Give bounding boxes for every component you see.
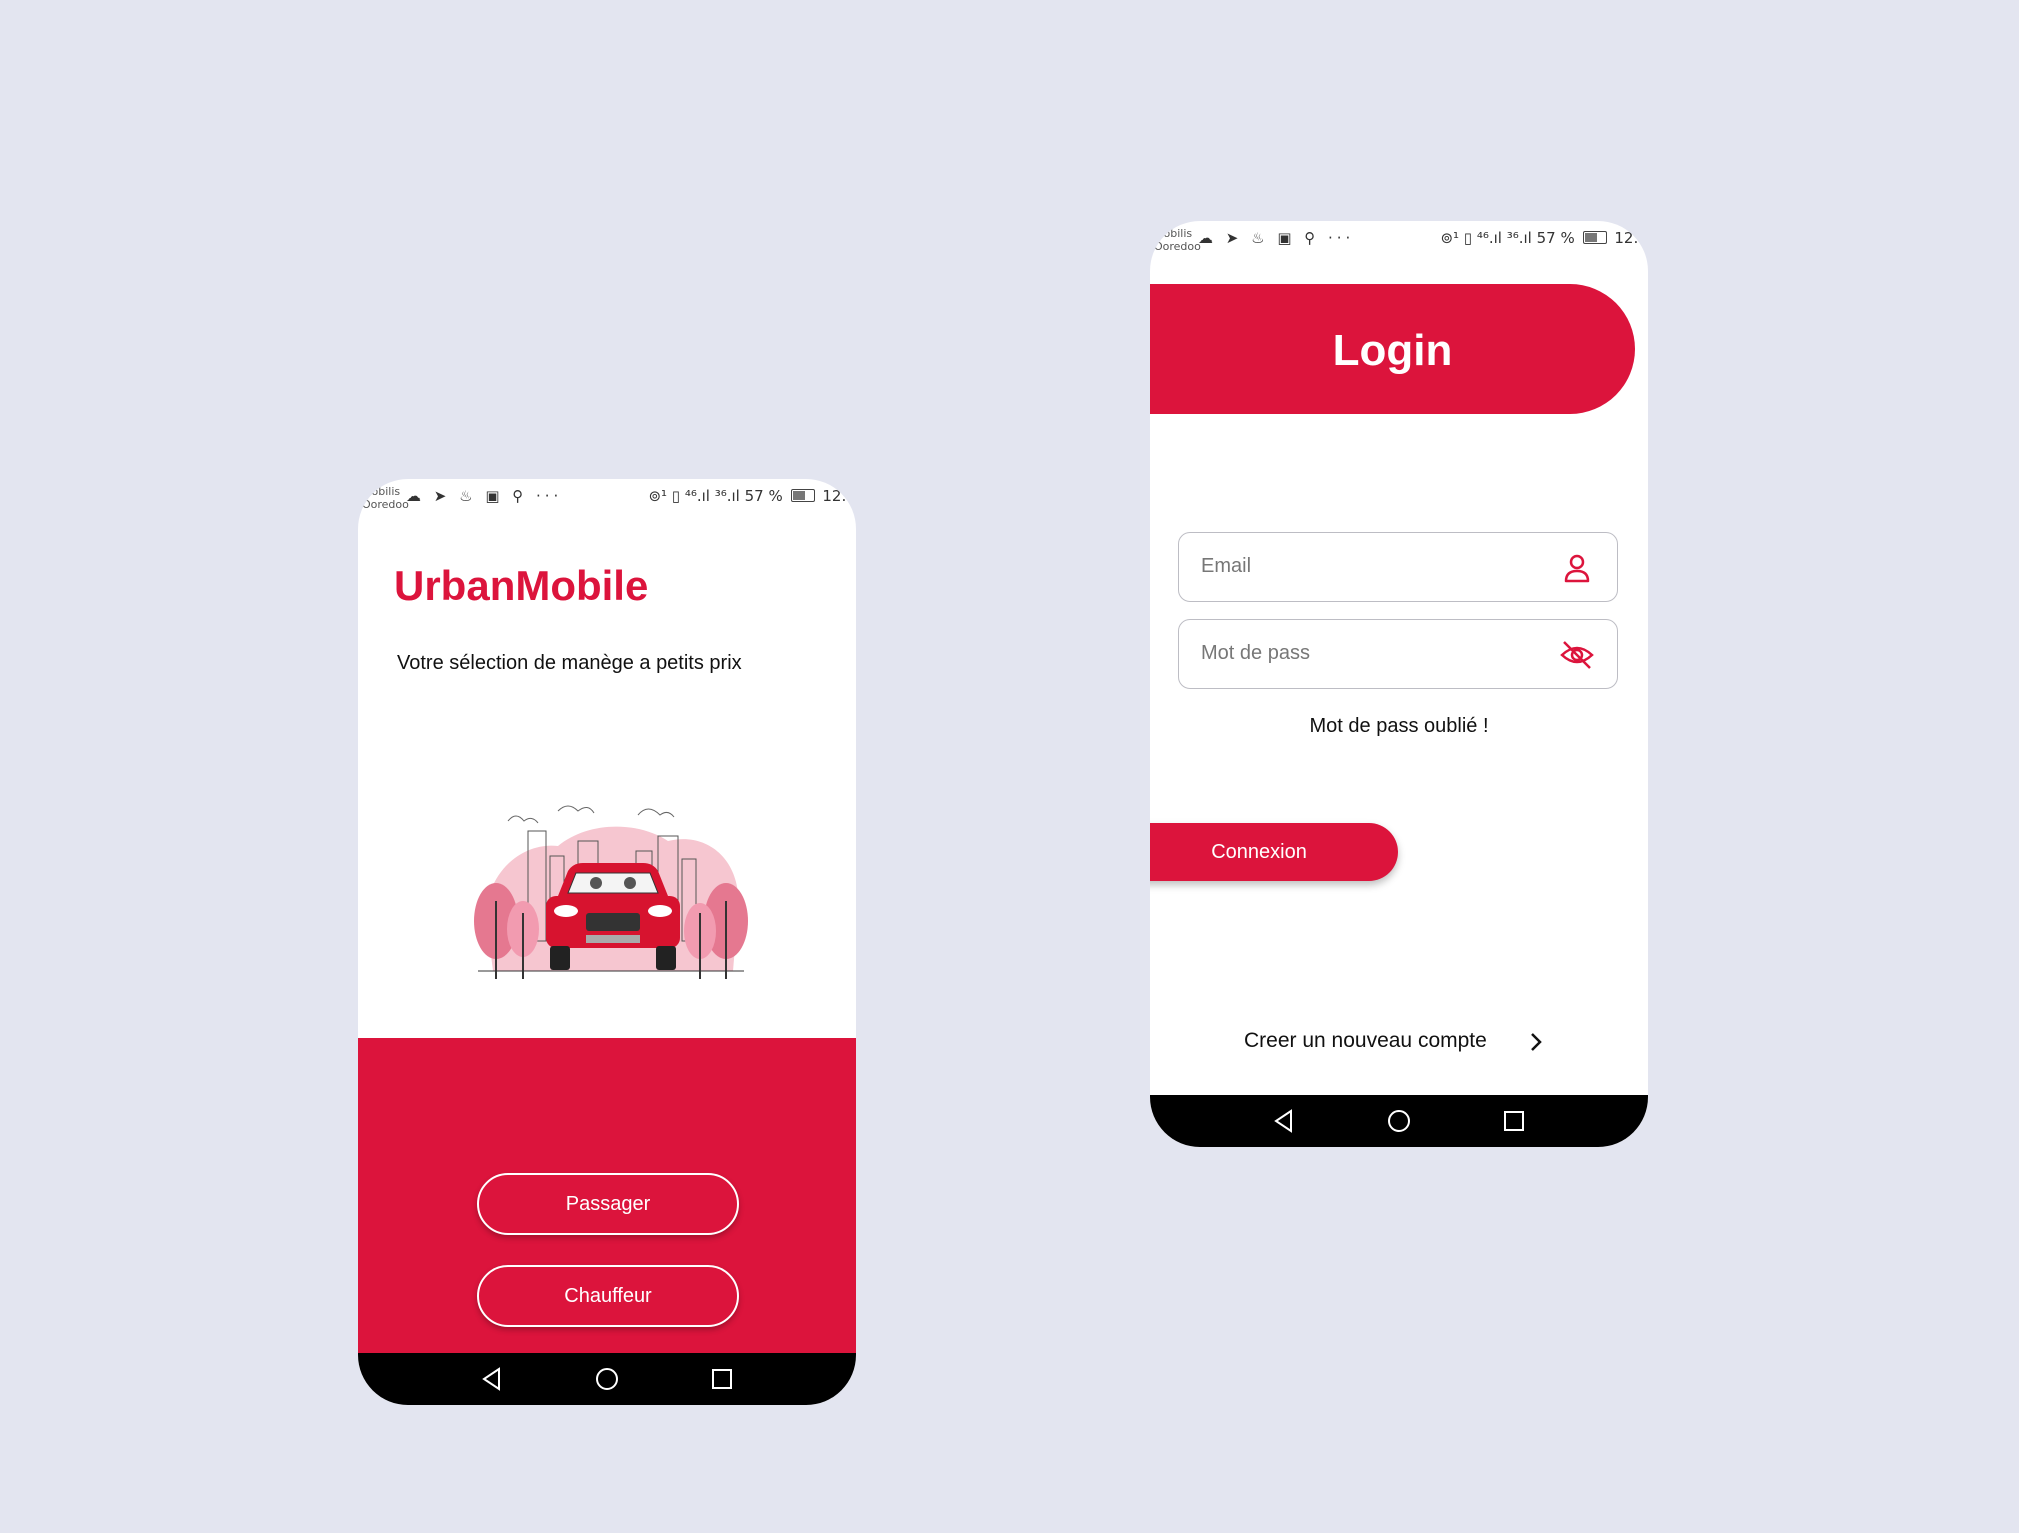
carrier-2: Ooredoo [362,498,409,511]
recents-icon[interactable] [709,1366,735,1392]
clock: 12:5 [822,487,856,505]
driver-button[interactable]: Chauffeur [477,1265,739,1327]
signal-icons: ⊚¹ ▯ ⁴⁶.ıl ³⁶.ıl [648,487,740,505]
clock: 12:5 [1614,229,1648,247]
home-icon[interactable] [594,1366,620,1392]
app-tagline: Votre sélection de manège a petits prix [397,652,742,674]
status-bar: Mobilis Ooredoo ☁ ➤ ♨ ▣ ⚲ ··· ⊚¹ ▯ ⁴⁶.ıl… [1150,221,1648,265]
notification-icons: ☁ ➤ ♨ ▣ ⚲ ··· [1198,229,1355,247]
back-icon[interactable] [1271,1108,1297,1134]
recents-icon[interactable] [1501,1108,1527,1134]
carrier-label: Mobilis Ooredoo [1154,227,1201,253]
car-in-city-illustration [474,805,748,979]
battery-icon [790,489,815,502]
carrier-1: Mobilis [362,485,401,498]
passenger-button[interactable]: Passager [477,1173,739,1235]
system-status: ⊚¹ ▯ ⁴⁶.ıl ³⁶.ıl 57 % 12:5 [1440,229,1648,247]
email-placeholder: Email [1201,555,1252,577]
forgot-password-link[interactable]: Mot de pass oublié ! [1150,715,1648,738]
battery-percentage: 57 % [1536,229,1575,247]
carrier-label: Mobilis Ooredoo [362,485,409,511]
android-nav-bar [358,1353,856,1405]
password-placeholder: Mot de pass [1201,642,1310,664]
battery-icon [1582,231,1607,244]
role-selection-panel: Passager Chauffeur [358,1038,856,1353]
carrier-2: Ooredoo [1154,240,1201,253]
page-title: Login [1332,326,1453,375]
password-field[interactable]: Mot de pass [1178,619,1618,689]
battery-percentage: 57 % [744,487,783,505]
android-nav-bar [1150,1095,1648,1147]
login-phone-screen: Mobilis Ooredoo ☁ ➤ ♨ ▣ ⚲ ··· ⊚¹ ▯ ⁴⁶.ıl… [1150,221,1648,1147]
eye-off-icon[interactable] [1559,637,1595,673]
welcome-phone-screen: Mobilis Ooredoo ☁ ➤ ♨ ▣ ⚲ ··· ⊚¹ ▯ ⁴⁶.ıl… [358,479,856,1405]
notification-icons: ☁ ➤ ♨ ▣ ⚲ ··· [406,487,563,505]
home-icon[interactable] [1386,1108,1412,1134]
system-status: ⊚¹ ▯ ⁴⁶.ıl ³⁶.ıl 57 % 12:5 [648,487,856,505]
email-field[interactable]: Email [1178,532,1618,602]
status-bar: Mobilis Ooredoo ☁ ➤ ♨ ▣ ⚲ ··· ⊚¹ ▯ ⁴⁶.ıl… [358,479,856,523]
create-account-link[interactable]: Creer un nouveau compte [1244,1029,1487,1053]
chevron-right-icon[interactable] [1526,1029,1546,1055]
signal-icons: ⊚¹ ▯ ⁴⁶.ıl ³⁶.ıl [1440,229,1532,247]
app-title: UrbanMobile [394,562,649,609]
back-icon[interactable] [479,1366,505,1392]
connexion-button[interactable]: Connexion [1150,823,1398,881]
login-header: Login [1150,284,1635,414]
carrier-1: Mobilis [1154,227,1193,240]
user-icon [1564,554,1590,583]
